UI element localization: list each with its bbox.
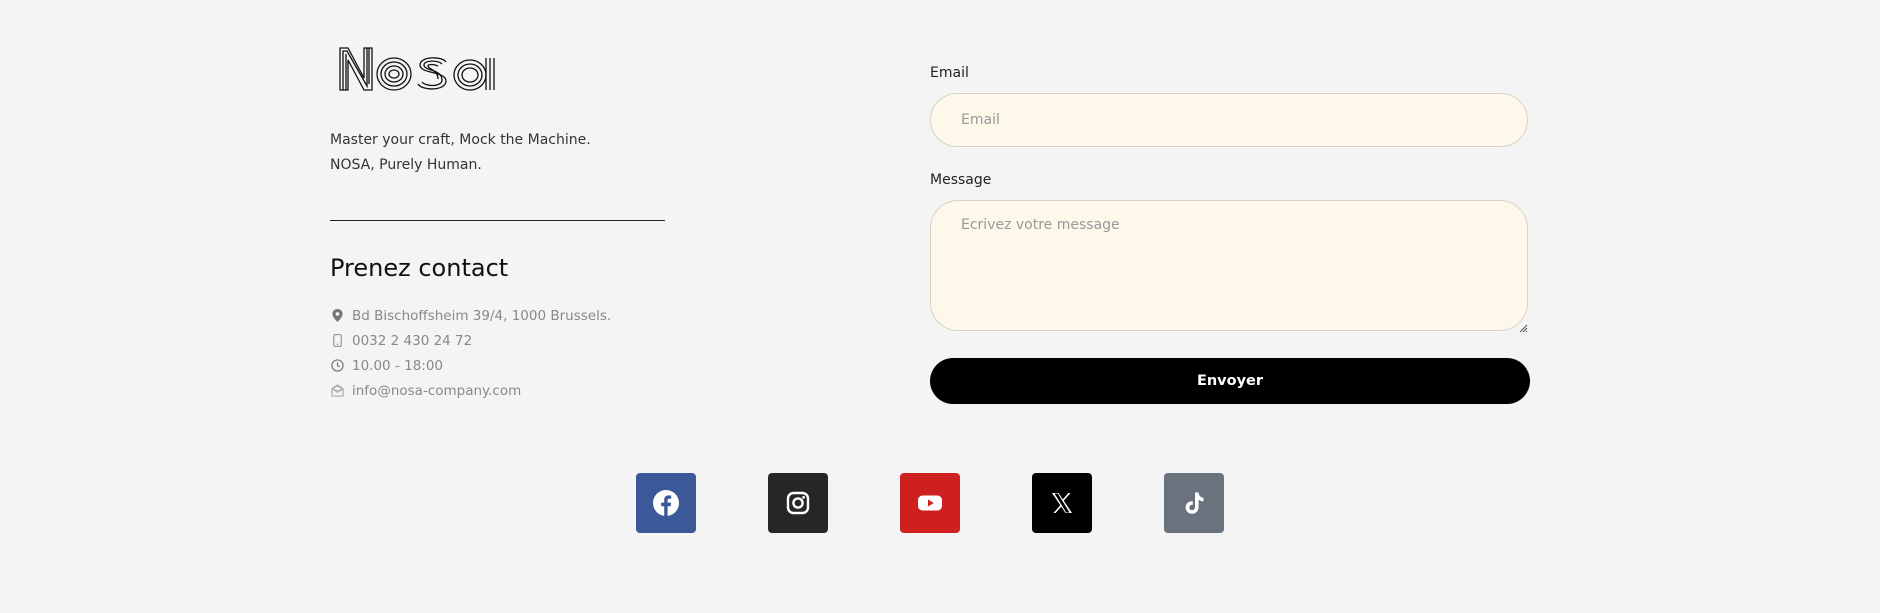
instagram-icon (784, 489, 812, 517)
phone-icon (330, 334, 344, 348)
youtube-button[interactable] (900, 473, 960, 533)
divider (330, 220, 665, 221)
tagline-line-2: NOSA, Purely Human. (330, 157, 482, 173)
message-field[interactable] (930, 200, 1528, 331)
instagram-button[interactable] (768, 473, 828, 533)
contact-hours-text: 10.00 - 18:00 (352, 357, 444, 374)
contact-address-text: Bd Bischoffsheim 39/4, 1000 Brussels. (352, 307, 612, 324)
nosa-logo[interactable] (338, 44, 502, 94)
map-pin-icon (330, 309, 344, 323)
contact-phone-text: 0032 2 430 24 72 (352, 332, 473, 349)
mail-icon (330, 384, 344, 398)
contact-email-text[interactable]: info@nosa-company.com (352, 383, 521, 399)
contact-hours: 10.00 - 18:00 (330, 353, 611, 378)
tiktok-button[interactable] (1164, 473, 1224, 533)
facebook-icon (652, 489, 680, 517)
tagline-line-1: Master your craft, Mock the Machine. (330, 132, 591, 148)
facebook-button[interactable] (636, 473, 696, 533)
tagline: Master your craft, Mock the Machine. NOS… (330, 128, 591, 178)
resize-grip-icon[interactable] (1518, 318, 1528, 333)
contact-heading: Prenez contact (330, 254, 509, 282)
x-button[interactable] (1032, 473, 1092, 533)
clock-icon (330, 359, 344, 373)
submit-button[interactable]: Envoyer (930, 358, 1530, 404)
x-icon (1048, 489, 1076, 517)
email-label: Email (930, 65, 969, 81)
contact-phone: 0032 2 430 24 72 (330, 328, 611, 353)
tiktok-icon (1180, 489, 1208, 517)
youtube-icon (916, 489, 944, 517)
contact-email[interactable]: info@nosa-company.com (330, 378, 611, 403)
contact-address: Bd Bischoffsheim 39/4, 1000 Brussels. (330, 303, 611, 328)
message-label: Message (930, 172, 992, 188)
contact-list: Bd Bischoffsheim 39/4, 1000 Brussels. 00… (330, 303, 611, 403)
email-field[interactable] (930, 93, 1528, 147)
